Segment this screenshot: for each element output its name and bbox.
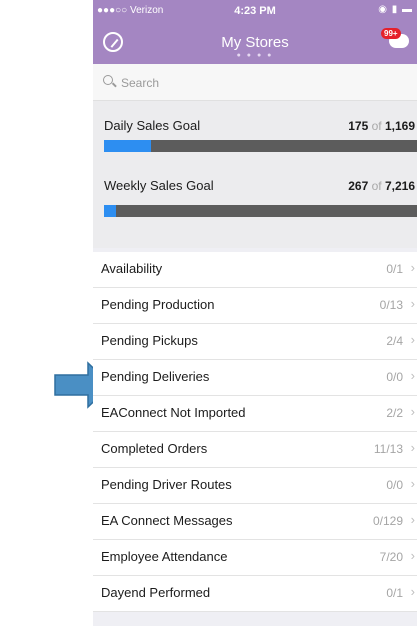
list-item[interactable]: EAConnect Not Imported 2/2 ›	[93, 396, 417, 432]
status-time: 4:23 PM	[234, 5, 276, 17]
list-item[interactable]: Dayend Performed 0/1 ›	[93, 576, 417, 612]
status-bar: ●●●○○ Verizon 4:23 PM ◉ ▮ ▬	[93, 0, 417, 26]
search-icon	[103, 75, 113, 85]
chevron-right-icon: ›	[410, 404, 415, 419]
chevron-right-icon: ›	[410, 512, 415, 527]
list-item-value: 0/129	[372, 514, 403, 528]
list-item-value: 0/0	[386, 478, 403, 492]
list-item[interactable]: Completed Orders 11/13 ›	[93, 432, 417, 468]
daily-goal-progress-fill	[104, 140, 151, 152]
goal-current-daily: 175	[348, 119, 369, 133]
phone-screen: ●●●○○ Verizon 4:23 PM ◉ ▮ ▬ My Stores ● …	[93, 0, 417, 626]
list-item-label: Employee Attendance	[101, 549, 228, 564]
list-item-label: Pending Pickups	[101, 333, 198, 348]
list-item-value: 2/2	[386, 406, 403, 420]
notification-badge: 99+	[381, 28, 401, 39]
list-item-value: 0/13	[379, 298, 403, 312]
navigation-bar: My Stores ● ● ● ● 99+	[93, 26, 417, 64]
list-item[interactable]: Pending Pickups 2/4 ›	[93, 324, 417, 360]
list-item-value: 0/1	[386, 586, 403, 600]
goal-label-daily: Daily Sales Goal	[104, 118, 201, 133]
list-item-label: Completed Orders	[101, 441, 208, 456]
list-item-value: 11/13	[373, 442, 403, 456]
list-item-label: Availability	[101, 261, 163, 276]
list-item-label: Dayend Performed	[101, 585, 211, 600]
goal-label-weekly: Weekly Sales Goal	[104, 178, 214, 193]
list-item[interactable]: Employee Attendance 7/20 ›	[93, 540, 417, 576]
chevron-right-icon: ›	[410, 476, 415, 491]
goal-count-weekly: 267 of 7,216	[348, 179, 415, 193]
list-item-label: Pending Production	[101, 297, 215, 312]
sales-goals-panel: Daily Sales Goal 175 of 1,169 Weekly Sal…	[93, 101, 417, 248]
list-item-label: Pending Deliveries	[101, 369, 210, 384]
daily-goal-progress-bar	[104, 140, 417, 152]
list-item[interactable]: EA Connect Messages 0/129 ›	[93, 504, 417, 540]
weekly-goal-progress-fill	[104, 205, 116, 217]
list-item[interactable]: Pending Production 0/13 ›	[93, 288, 417, 324]
chevron-right-icon: ›	[410, 368, 415, 383]
goal-of-weekly: of	[371, 179, 382, 193]
chevron-right-icon: ›	[410, 296, 415, 311]
weekly-goal-progress-bar	[104, 205, 417, 217]
list-item[interactable]: Pending Driver Routes 0/0 ›	[93, 468, 417, 504]
store-status-list: Availability 0/1 › Pending Production 0/…	[93, 252, 417, 612]
list-item-label: Pending Driver Routes	[101, 477, 232, 492]
chevron-right-icon: ›	[410, 260, 415, 275]
list-item-value: 0/1	[386, 262, 403, 276]
list-item-label: EAConnect Not Imported	[101, 405, 246, 420]
page-indicator: ● ● ● ●	[236, 52, 274, 59]
list-item-value: 0/0	[386, 370, 403, 384]
list-item-label: EA Connect Messages	[101, 513, 233, 528]
search-input[interactable]	[119, 70, 403, 96]
chevron-right-icon: ›	[410, 332, 415, 347]
goal-of-daily: of	[371, 119, 382, 133]
goal-total-weekly: 7,216	[384, 179, 415, 193]
chevron-right-icon: ›	[410, 440, 415, 455]
goal-count-daily: 175 of 1,169	[348, 119, 415, 133]
notifications-button[interactable]: 99+	[381, 28, 413, 58]
chevron-right-icon: ›	[410, 584, 415, 599]
chevron-right-icon: ›	[410, 548, 415, 563]
list-item[interactable]: Availability 0/1 ›	[93, 252, 417, 288]
goal-total-daily: 1,169	[384, 119, 415, 133]
search-bar	[93, 64, 417, 101]
list-item-value: 2/4	[386, 334, 403, 348]
battery-icon: ◉ ▮ ▬	[378, 4, 413, 15]
list-item[interactable]: Pending Deliveries 0/0 ›	[93, 360, 417, 396]
goal-current-weekly: 267	[348, 179, 369, 193]
page-title: My Stores	[221, 34, 289, 51]
list-item-value: 7/20	[379, 550, 403, 564]
